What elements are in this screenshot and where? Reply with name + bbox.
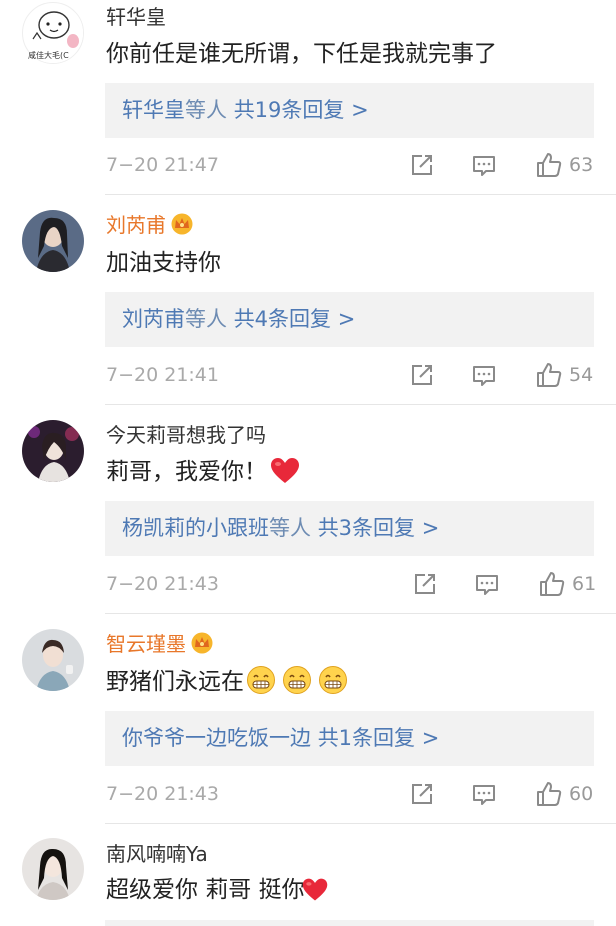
- avatar[interactable]: [22, 838, 84, 900]
- share-icon[interactable]: [409, 362, 435, 388]
- comment-icon[interactable]: [471, 782, 497, 808]
- reply-mid-text: 等人: [269, 516, 311, 540]
- timestamp: 7−20 21:47: [106, 154, 219, 176]
- comment-text: 莉哥，我爱你！: [106, 456, 301, 488]
- username[interactable]: 刘芮甫: [106, 212, 194, 238]
- comment-icon[interactable]: [474, 572, 500, 598]
- reply-count-link[interactable]: 共4条回复 >: [234, 307, 356, 331]
- reply-count-link[interactable]: 共1条回复 >: [318, 726, 440, 750]
- avatar-caption: 咸佳大毛(C: [28, 51, 69, 60]
- like-icon[interactable]: [535, 780, 563, 808]
- comment-text-body: 野猪们永远在: [106, 669, 244, 695]
- heart-emoji: [271, 458, 299, 483]
- share-icon[interactable]: [412, 571, 438, 597]
- like-icon[interactable]: [535, 151, 563, 179]
- reply-summary[interactable]: 刘芮甫等人 共4条回复 >: [105, 292, 594, 347]
- timestamp: 7−20 21:41: [106, 364, 219, 386]
- comment-text: 你前任是谁无所谓，下任是我就完事了: [106, 41, 497, 67]
- comment-text: 加油支持你: [106, 250, 221, 276]
- reply-summary-edge: [105, 920, 594, 926]
- grin-emoji: [319, 666, 347, 694]
- comment-item: 智云瑾墨 野猪们永远在 你爷爷一边吃饭一边 共1条回复 > 7−20 21:43…: [0, 614, 616, 823]
- reply-users[interactable]: 杨凯莉的小跟班: [122, 516, 269, 540]
- avatar[interactable]: [22, 420, 84, 482]
- crown-icon: [191, 632, 213, 654]
- comment-item: 今天莉哥想我了吗 莉哥，我爱你！ 杨凯莉的小跟班等人 共3条回复 > 7−20 …: [0, 405, 616, 613]
- reply-mid-text: 等人: [185, 307, 227, 331]
- comment-text-body: 莉哥，我爱你！: [106, 459, 267, 485]
- like-count: 54: [569, 364, 594, 386]
- username[interactable]: 南风喃喃Ya: [106, 841, 208, 867]
- like-icon[interactable]: [538, 570, 566, 598]
- reply-summary[interactable]: 轩华皇等人 共19条回复 >: [105, 83, 594, 138]
- like-count: 60: [569, 783, 594, 805]
- username[interactable]: 轩华皇: [106, 4, 166, 30]
- crown-icon: [171, 213, 193, 235]
- reply-count-link[interactable]: 共19条回复 >: [234, 98, 369, 122]
- reply-summary[interactable]: 杨凯莉的小跟班等人 共3条回复 >: [105, 501, 594, 556]
- comment-item: 咸佳大毛(C 轩华皇 你前任是谁无所谓，下任是我就完事了 轩华皇等人 共19条回…: [0, 0, 616, 194]
- reply-users[interactable]: 你爷爷一边吃饭一边: [122, 726, 311, 750]
- avatar[interactable]: [22, 210, 84, 272]
- avatar[interactable]: [22, 629, 84, 691]
- timestamp: 7−20 21:43: [106, 783, 219, 805]
- like-count: 63: [569, 154, 594, 176]
- grin-emoji: [247, 666, 275, 694]
- share-icon[interactable]: [409, 781, 435, 807]
- reply-mid-text: 等人: [185, 98, 227, 122]
- like-icon[interactable]: [535, 361, 563, 389]
- comment-text: 野猪们永远在: [106, 665, 348, 698]
- reply-users[interactable]: 刘芮甫: [122, 307, 185, 331]
- comment-icon[interactable]: [471, 363, 497, 389]
- timestamp: 7−20 21:43: [106, 573, 219, 595]
- grin-emoji: [283, 666, 311, 694]
- comment-text: 超级爱你 莉哥 挺你: [106, 874, 329, 906]
- comment-icon[interactable]: [471, 153, 497, 179]
- username[interactable]: 智云瑾墨: [106, 631, 214, 657]
- reply-users[interactable]: 轩华皇: [122, 98, 185, 122]
- username[interactable]: 今天莉哥想我了吗: [106, 422, 266, 448]
- comment-item: 刘芮甫 加油支持你 刘芮甫等人 共4条回复 > 7−20 21:41 54: [0, 195, 616, 404]
- comment-text-body: 超级爱你 莉哥 挺你: [106, 877, 305, 903]
- reply-count-link[interactable]: 共3条回复 >: [318, 516, 440, 540]
- comment-item: 南风喃喃Ya 超级爱你 莉哥 挺你: [0, 824, 616, 926]
- heart-emoji: [302, 878, 327, 901]
- reply-summary[interactable]: 你爷爷一边吃饭一边 共1条回复 >: [105, 711, 594, 766]
- like-count: 61: [572, 573, 597, 595]
- share-icon[interactable]: [409, 152, 435, 178]
